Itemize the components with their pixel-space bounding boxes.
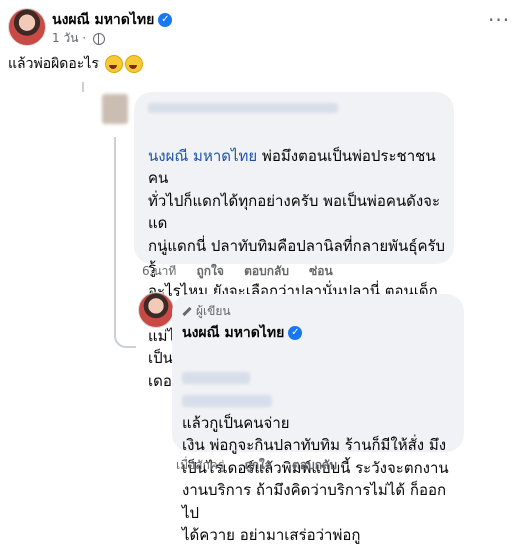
commenter-avatar[interactable] — [102, 94, 128, 124]
comment-reply-button[interactable]: ตอบกลับ — [244, 264, 289, 278]
verified-badge-icon: ✓ — [288, 325, 303, 340]
redacted-mention — [182, 372, 250, 384]
comment-mention[interactable]: นงผณี มหาดไทย — [148, 147, 257, 165]
reply-author-avatar[interactable] — [138, 292, 174, 328]
more-options-icon[interactable]: ··· — [488, 8, 510, 32]
reply-text-first: แล้วกูเป็นคนจ่าย — [182, 413, 290, 432]
post-text-row: แล้วพ่อผิดอะไร — [8, 53, 144, 75]
comment-actions: 6 นาที ถูกใจ ตอบกลับ ซ่อน — [142, 262, 349, 281]
post-time[interactable]: 1 วัน — [52, 31, 78, 45]
comment-like-button[interactable]: ถูกใจ — [197, 264, 224, 278]
redacted-mention — [182, 394, 272, 407]
globe-icon — [92, 32, 105, 45]
post-text: แล้วพ่อผิดอะไร — [8, 56, 99, 72]
reply-reply-button[interactable]: ตอบกลับ — [292, 458, 337, 472]
author-badge: ผู้เขียน — [182, 302, 231, 321]
commenter-name-redacted — [148, 103, 338, 113]
reply-text: แล้วกูเป็นคนจ่ายเงิน พ่อกูจะกินปลาทับทิม… — [182, 344, 462, 547]
post-author-name[interactable]: นงผณี มหาดไทย — [52, 12, 154, 28]
post-meta: 1 วัน · — [52, 29, 105, 48]
verified-badge-icon: ✓ — [158, 12, 173, 27]
reply-author-name[interactable]: นงผณี มหาดไทย — [182, 325, 284, 341]
post-author-avatar[interactable] — [8, 8, 46, 46]
comment-time[interactable]: 6 นาที — [142, 264, 176, 278]
reply-bubble: ผู้เขียน นงผณี มหาดไทย ✓ แล้วกูเป็นคนจ่าย… — [172, 294, 464, 544]
reply-author-row: นงผณี มหาดไทย ✓ — [182, 322, 303, 344]
reply-text-rest: เงิน พ่อกูจะกินปลาทับทิม ร้านก็มีให้สั่ง… — [182, 436, 449, 544]
thread-line — [114, 137, 116, 332]
rofl-emoji-icon — [125, 55, 144, 73]
reply-time[interactable]: เมื่อสักครู่ — [176, 458, 224, 472]
pen-icon — [182, 306, 192, 317]
laughing-emoji-icon — [105, 55, 124, 73]
post-author-row: นงผณี มหาดไทย ✓ — [52, 9, 173, 31]
thread-line — [82, 82, 84, 92]
comment-hide-button[interactable]: ซ่อน — [309, 264, 333, 278]
thread-curve — [114, 322, 136, 348]
author-badge-label: ผู้เขียน — [196, 304, 231, 318]
comment-screenshot: นงผณี มหาดไทย พ่อมึงตอนเป็นพ่อประชาชนคนท… — [62, 82, 470, 544]
reply-actions: เมื่อสักครู่ ถูกใจ ตอบกลับ — [176, 456, 353, 475]
reply-like-button[interactable]: ถูกใจ — [244, 458, 271, 472]
comment-bubble: นงผณี มหาดไทย พ่อมึงตอนเป็นพ่อประชาชนคนท… — [134, 92, 454, 390]
